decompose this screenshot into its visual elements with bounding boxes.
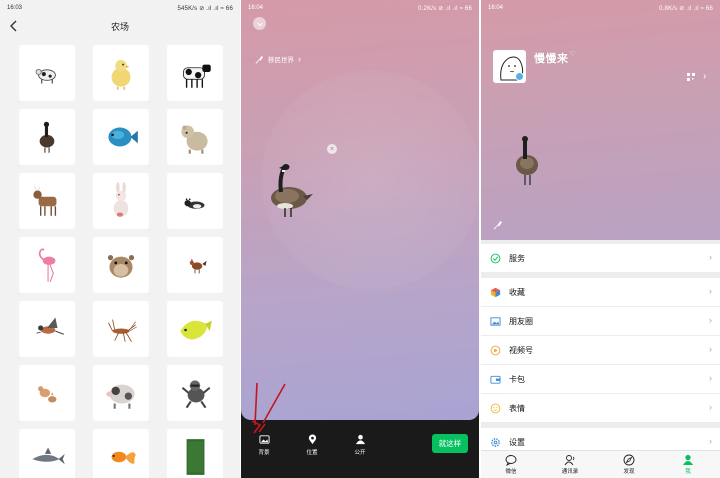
sticker-grid — [19, 45, 223, 478]
sticker-fish[interactable] — [93, 109, 149, 165]
goose-sticker[interactable] — [263, 160, 315, 220]
sticker-grass[interactable] — [167, 429, 223, 478]
chevron-right-icon: › — [298, 54, 301, 64]
menu-label: 设置 — [509, 437, 525, 447]
menu-label: 服务 — [509, 253, 525, 263]
status-bar: 16:04 0.8K/s ⊘ .ıl .ıl ≈ 66 — [481, 0, 720, 16]
sticker-picker-screen: 16:03 545K/s ⊘ .ıl .ıl ≈ 66 农场 — [0, 0, 240, 478]
location-label: 位置 — [306, 450, 318, 456]
menu-item-favorites[interactable]: 收藏 › — [481, 278, 720, 306]
sticker-raccoon[interactable] — [167, 365, 223, 421]
tab-discover[interactable]: 发现 — [609, 454, 649, 475]
channels-icon — [490, 345, 501, 356]
sticker-hamster[interactable] — [93, 237, 149, 293]
tab-chats[interactable]: 微信 — [491, 454, 531, 475]
menu-item-channels[interactable]: 视频号 › — [481, 336, 720, 364]
background-tool[interactable]: 背景 — [251, 434, 277, 456]
chevron-right-icon: › — [709, 402, 712, 412]
sticker-flamingo[interactable] — [19, 237, 75, 293]
sticker-rabbit[interactable] — [93, 173, 149, 229]
compass-icon — [623, 454, 635, 466]
nickname: 慢慢来♡ — [534, 51, 577, 65]
verified-badge-icon — [515, 72, 524, 81]
nickname-mark: ♡ — [569, 51, 577, 58]
profile-screen: 16:04 0.8K/s ⊘ .ıl .ıl ≈ 66 慢慢来♡ › 服务 › — [481, 0, 720, 478]
visibility-tool[interactable]: 公开 — [347, 434, 373, 456]
menu-item-services[interactable]: 服务 › — [481, 244, 720, 272]
menu-item-cards[interactable]: 卡包 › — [481, 365, 720, 393]
profile-chevron-icon[interactable]: › — [703, 72, 706, 82]
bottom-tab-bar: 微信 通讯录 发现 我 — [481, 450, 720, 478]
brush-icon[interactable] — [493, 220, 503, 230]
editor-toolbar: 背景 位置 公开 就这样 — [241, 420, 479, 478]
sticker-bird[interactable] — [19, 301, 75, 357]
background-label: 背景 — [258, 450, 270, 456]
sticker-chick[interactable] — [93, 45, 149, 101]
header: 农场 — [0, 16, 240, 36]
chevron-right-icon: › — [709, 344, 712, 354]
sticker-yellow-fish[interactable] — [167, 301, 223, 357]
settings-gear-icon — [490, 437, 501, 448]
image-icon — [258, 435, 270, 444]
sticker-pig[interactable] — [93, 365, 149, 421]
brush-icon — [255, 55, 263, 64]
collapse-chevron-icon[interactable] — [253, 17, 266, 30]
sticker-cow[interactable] — [19, 45, 75, 101]
sticker-goose[interactable] — [19, 109, 75, 165]
menu-item-stickers[interactable]: 表情 › — [481, 394, 720, 422]
location-pin-icon — [308, 434, 316, 445]
status-bar: 16:03 545K/s ⊘ .ıl .ıl ≈ 66 — [0, 0, 240, 16]
chat-bubble-icon — [505, 455, 517, 466]
qr-code-icon[interactable] — [687, 73, 695, 81]
avatar[interactable] — [493, 50, 526, 83]
sticker-cat[interactable] — [167, 173, 223, 229]
tab-me[interactable]: 我 — [668, 454, 708, 475]
moments-image-icon — [490, 316, 501, 327]
person-icon — [355, 434, 365, 445]
sticker-shark[interactable] — [19, 429, 75, 478]
sticker-rooster[interactable] — [167, 237, 223, 293]
contacts-icon — [564, 455, 575, 466]
menu-label: 表情 — [509, 403, 525, 413]
chevron-right-icon: › — [709, 373, 712, 383]
tab-contacts[interactable]: 通讯录 — [550, 454, 590, 475]
sticker-bear[interactable] — [167, 109, 223, 165]
status-indicators: 545K/s ⊘ .ıl .ıl ≈ 66 — [177, 5, 233, 12]
visibility-label: 公开 — [354, 450, 366, 456]
menu-label: 朋友圈 — [509, 316, 533, 326]
status-indicators: 0.2K/s ⊘ .ıl .ıl ≈ 66 — [418, 5, 472, 12]
emoji-icon — [490, 403, 501, 414]
profile-header[interactable] — [481, 0, 720, 240]
status-editor-screen: 16:04 0.2K/s ⊘ .ıl .ıl ≈ 66 移民世界 › × 背景 … — [241, 0, 479, 478]
chevron-right-icon: › — [709, 436, 712, 446]
chevron-right-icon: › — [709, 286, 712, 296]
services-icon — [490, 253, 501, 264]
page-title: 农场 — [110, 22, 129, 32]
sticker-goldfish[interactable] — [93, 429, 149, 478]
menu-label: 视频号 — [509, 345, 533, 355]
sticker-cow[interactable] — [167, 45, 223, 101]
goose-sticker[interactable] — [510, 133, 542, 188]
remove-sticker-button[interactable]: × — [327, 144, 337, 154]
menu-label: 收藏 — [509, 287, 525, 297]
confirm-button[interactable]: 就这样 — [432, 434, 468, 453]
menu-item-moments[interactable]: 朋友圈 › — [481, 307, 720, 335]
world-link[interactable]: 移民世界 › — [255, 54, 301, 64]
favorites-cube-icon — [490, 287, 501, 298]
sticker-insect[interactable] — [93, 301, 149, 357]
wallet-icon — [490, 374, 501, 385]
menu-label: 卡包 — [509, 374, 525, 384]
sticker-kitten[interactable] — [19, 365, 75, 421]
status-bar: 16:04 0.2K/s ⊘ .ıl .ıl ≈ 66 — [241, 0, 479, 16]
me-person-icon — [683, 454, 693, 465]
chevron-right-icon: › — [709, 315, 712, 325]
sticker-goat[interactable] — [19, 173, 75, 229]
status-time: 16:03 — [7, 5, 23, 11]
status-time: 16:04 — [488, 5, 504, 11]
location-tool[interactable]: 位置 — [299, 434, 325, 456]
status-time: 16:04 — [248, 5, 264, 11]
world-link-label: 移民世界 — [268, 57, 294, 64]
status-indicators: 0.8K/s ⊘ .ıl .ıl ≈ 66 — [659, 5, 713, 12]
chevron-right-icon: › — [709, 252, 712, 262]
